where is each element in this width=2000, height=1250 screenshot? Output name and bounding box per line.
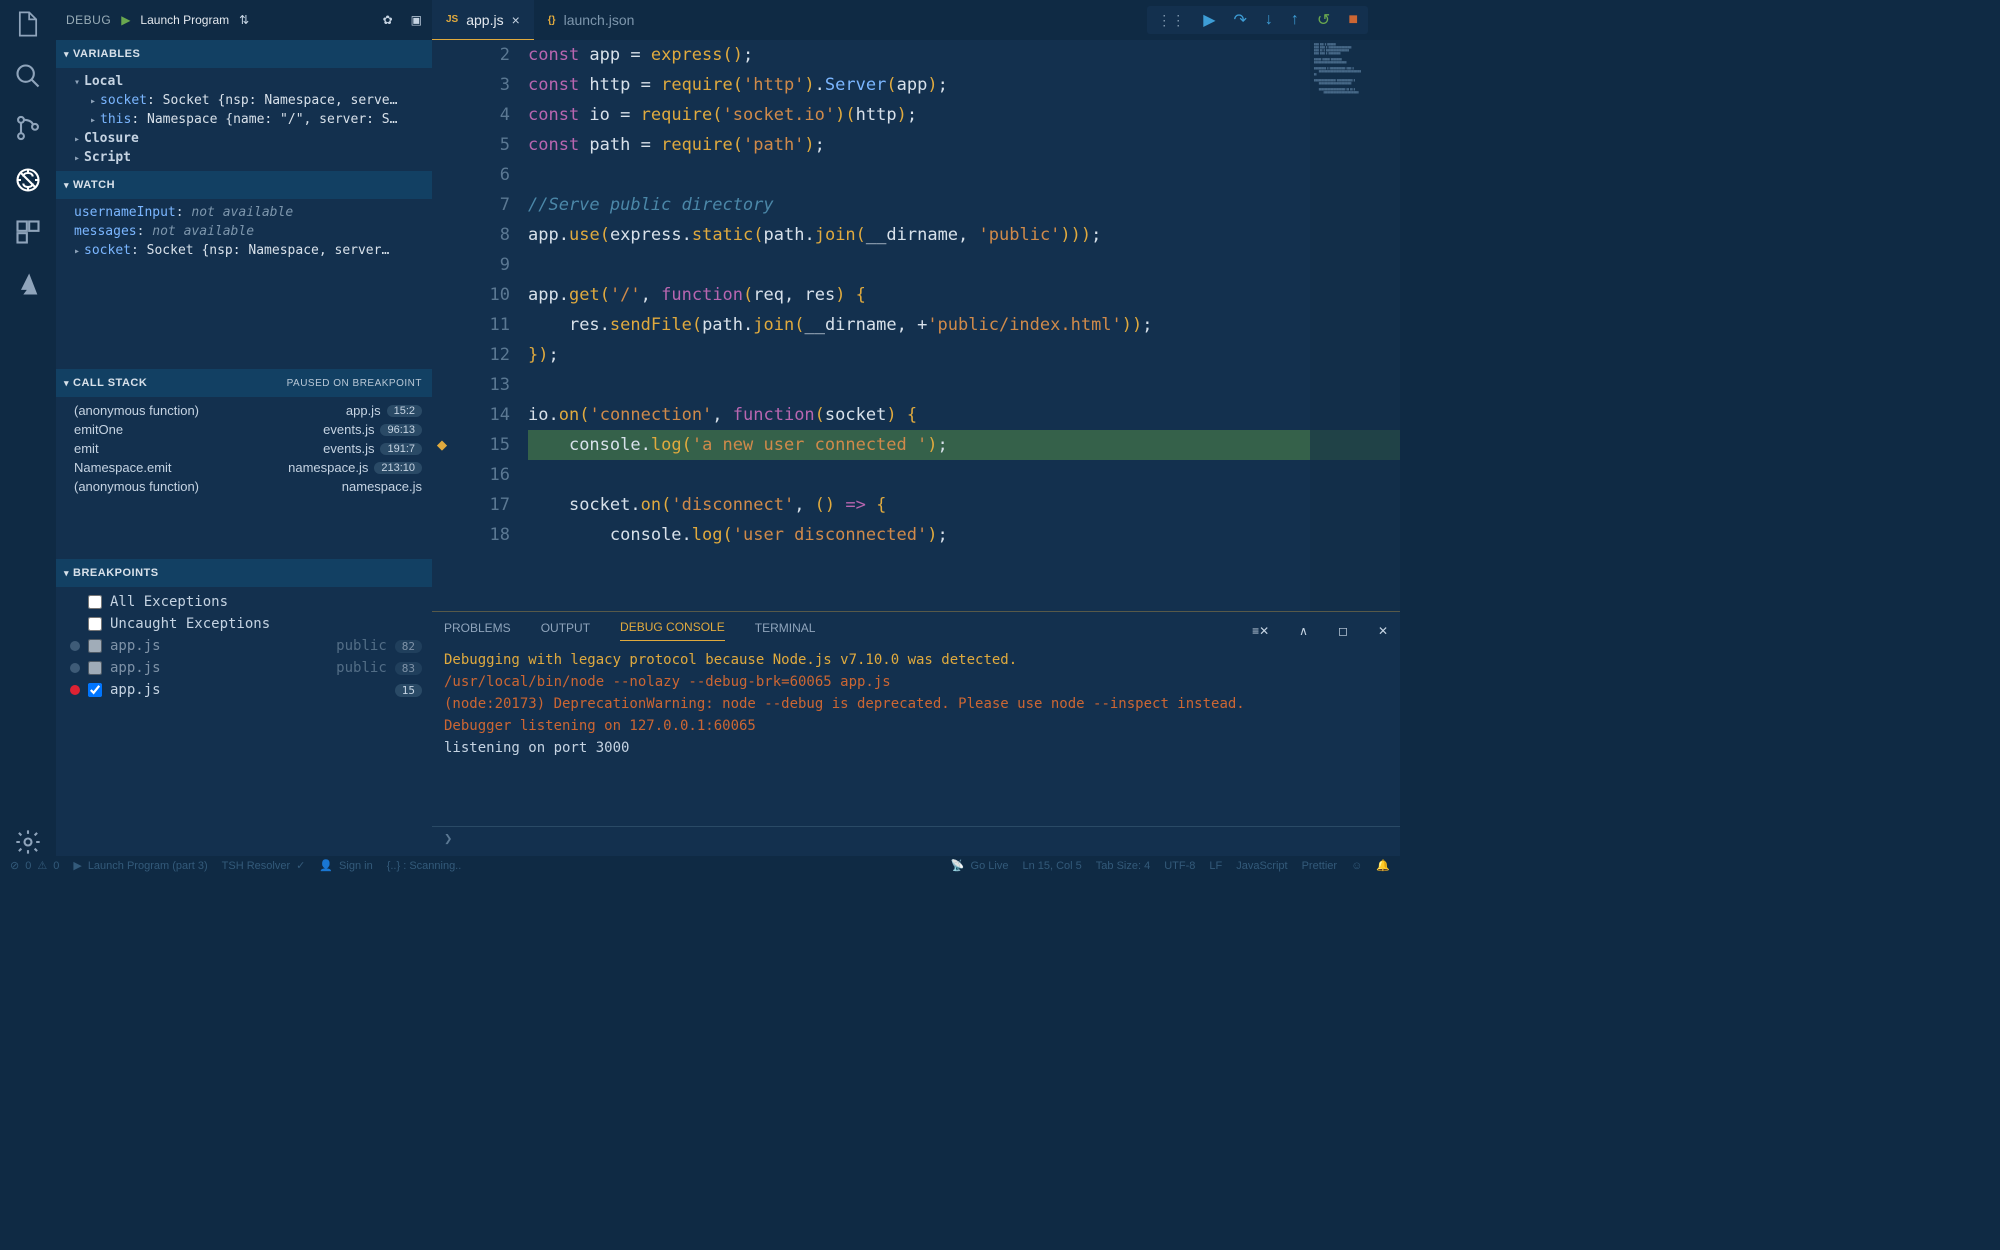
- panel-tab-bar: PROBLEMS OUTPUT DEBUG CONSOLE TERMINAL ≡…: [432, 612, 1400, 641]
- console-line: listening on port 3000: [444, 737, 1388, 759]
- debug-toolbar: ⋮⋮ ▶ ↷ ↓ ↑ ↺ ■: [1147, 6, 1368, 34]
- callstack-row[interactable]: Namespace.emitnamespace.js213:10: [56, 458, 432, 477]
- status-eol[interactable]: LF: [1209, 860, 1222, 872]
- bp-checkbox[interactable]: [88, 661, 102, 675]
- callstack-row[interactable]: emitOneevents.js96:13: [56, 420, 432, 439]
- status-scanning[interactable]: {..} : Scanning..: [387, 860, 462, 872]
- close-tab-icon[interactable]: ×: [512, 12, 520, 28]
- debug-console-toggle-icon[interactable]: ▣: [411, 13, 422, 27]
- bottom-panel: PROBLEMS OUTPUT DEBUG CONSOLE TERMINAL ≡…: [432, 611, 1400, 856]
- tab-debug-console[interactable]: DEBUG CONSOLE: [620, 620, 725, 641]
- variable-row[interactable]: ▸this: Namespace {name: "/", server: S…: [56, 110, 432, 129]
- settings-gear-icon[interactable]: [14, 828, 42, 856]
- breakpoint-row[interactable]: Uncaught Exceptions: [56, 613, 432, 635]
- extensions-icon[interactable]: [14, 218, 42, 246]
- debug-config-bar: DEBUG ▶ Launch Program ⇅ ✿ ▣: [56, 0, 432, 40]
- step-over-icon[interactable]: ↷: [1234, 10, 1247, 30]
- azure-icon[interactable]: [14, 270, 42, 298]
- debug-config-name[interactable]: Launch Program: [140, 13, 229, 27]
- bp-checkbox[interactable]: [88, 639, 102, 653]
- watch-row[interactable]: messages: not available: [56, 222, 432, 241]
- restart-icon[interactable]: ↺: [1317, 10, 1330, 30]
- continue-icon[interactable]: ▶: [1203, 10, 1215, 30]
- maximize-panel-icon[interactable]: ◻: [1338, 624, 1348, 638]
- editor-area: ⋮⋮ ▶ ↷ ↓ ↑ ↺ ■ ◫ ⋯ JSapp.js×{}launch.jso…: [432, 0, 1400, 856]
- collapse-icon[interactable]: ∧: [1299, 624, 1308, 638]
- breakpoints-header[interactable]: ▾BREAKPOINTS: [56, 559, 432, 587]
- breakpoint-row[interactable]: app.jspublic83: [56, 657, 432, 679]
- console-line: (node:20173) DeprecationWarning: node --…: [444, 693, 1388, 715]
- close-panel-icon[interactable]: ✕: [1378, 624, 1388, 638]
- callstack-panel: (anonymous function)app.js15:2emitOneeve…: [56, 397, 432, 559]
- callstack-row[interactable]: emitevents.js191:7: [56, 439, 432, 458]
- minimap[interactable]: ████ ███ █ ███████ ████ ████ █ █████████…: [1310, 40, 1400, 611]
- start-debug-icon[interactable]: ▶: [121, 13, 130, 27]
- status-prettier[interactable]: Prettier: [1302, 860, 1337, 872]
- variable-row[interactable]: ▸socket: Socket {nsp: Namespace, serve…: [56, 91, 432, 110]
- debug-console-output[interactable]: Debugging with legacy protocol because N…: [432, 641, 1400, 826]
- status-resolver[interactable]: TSH Resolver ✓: [222, 859, 306, 872]
- breakpoint-row[interactable]: app.jspublic82: [56, 635, 432, 657]
- status-tabsize[interactable]: Tab Size: 4: [1096, 860, 1150, 872]
- tab-problems[interactable]: PROBLEMS: [444, 621, 511, 641]
- explorer-icon[interactable]: [14, 10, 42, 38]
- debug-icon[interactable]: [14, 166, 42, 194]
- step-out-icon[interactable]: ↑: [1291, 11, 1299, 29]
- status-launch[interactable]: ▶ Launch Program (part 3): [73, 859, 207, 872]
- bp-checkbox[interactable]: [88, 595, 102, 609]
- watch-header[interactable]: ▾WATCH: [56, 171, 432, 199]
- code-editor[interactable]: ◆ 23456789101112131415161718 const app =…: [432, 40, 1400, 611]
- step-into-icon[interactable]: ↓: [1265, 11, 1273, 29]
- breakpoint-row[interactable]: All Exceptions: [56, 591, 432, 613]
- config-dropdown-icon[interactable]: ⇅: [239, 13, 249, 27]
- activity-bar: [0, 0, 56, 856]
- callstack-row[interactable]: (anonymous function)namespace.js: [56, 477, 432, 496]
- bp-checkbox[interactable]: [88, 683, 102, 697]
- console-line: Debugging with legacy protocol because N…: [444, 649, 1388, 671]
- debug-console-input[interactable]: ❯: [432, 826, 1400, 856]
- status-lncol[interactable]: Ln 15, Col 5: [1022, 860, 1081, 872]
- breakpoint-row[interactable]: app.js15: [56, 679, 432, 701]
- status-errors[interactable]: ⊘ 0 ⚠ 0: [10, 859, 59, 872]
- bp-checkbox[interactable]: [88, 617, 102, 631]
- status-feedback-icon[interactable]: ☺: [1351, 860, 1362, 872]
- callstack-row[interactable]: (anonymous function)app.js15:2: [56, 401, 432, 420]
- tab-terminal[interactable]: TERMINAL: [755, 621, 816, 641]
- scope-row[interactable]: ▸Closure: [56, 129, 432, 148]
- status-signin[interactable]: 👤 Sign in: [319, 859, 372, 872]
- watch-panel: usernameInput: not availablemessages: no…: [56, 199, 432, 369]
- source-control-icon[interactable]: [14, 114, 42, 142]
- variables-panel: ▾Local▸socket: Socket {nsp: Namespace, s…: [56, 68, 432, 171]
- status-lang[interactable]: JavaScript: [1236, 860, 1287, 872]
- stop-icon[interactable]: ■: [1348, 11, 1358, 29]
- tab-output[interactable]: OUTPUT: [541, 621, 590, 641]
- watch-row[interactable]: usernameInput: not available: [56, 203, 432, 222]
- debug-settings-icon[interactable]: ✿: [383, 13, 393, 27]
- debug-label: DEBUG: [66, 13, 111, 27]
- callstack-header[interactable]: ▾CALL STACKPAUSED ON BREAKPOINT: [56, 369, 432, 397]
- status-bell-icon[interactable]: 🔔: [1376, 859, 1390, 872]
- drag-handle-icon[interactable]: ⋮⋮: [1157, 12, 1185, 29]
- status-encoding[interactable]: UTF-8: [1164, 860, 1195, 872]
- clear-console-icon[interactable]: ≡✕: [1252, 624, 1269, 638]
- breakpoints-panel: All ExceptionsUncaught Exceptionsapp.jsp…: [56, 587, 432, 856]
- debug-sidebar: DEBUG ▶ Launch Program ⇅ ✿ ▣ ▾VARIABLES …: [56, 0, 432, 856]
- search-icon[interactable]: [14, 62, 42, 90]
- status-golive[interactable]: 📡 Go Live: [951, 859, 1009, 872]
- variables-header[interactable]: ▾VARIABLES: [56, 40, 432, 68]
- scope-row[interactable]: ▸Script: [56, 148, 432, 167]
- watch-row[interactable]: ▸socket: Socket {nsp: Namespace, server…: [56, 241, 432, 260]
- status-bar: ⊘ 0 ⚠ 0 ▶ Launch Program (part 3) TSH Re…: [0, 856, 1400, 875]
- console-line: Debugger listening on 127.0.0.1:60065: [444, 715, 1388, 737]
- scope-row[interactable]: ▾Local: [56, 72, 432, 91]
- editor-tab[interactable]: {}launch.json: [534, 0, 649, 40]
- editor-tab[interactable]: JSapp.js×: [432, 0, 534, 40]
- console-line: /usr/local/bin/node --nolazy --debug-brk…: [444, 671, 1388, 693]
